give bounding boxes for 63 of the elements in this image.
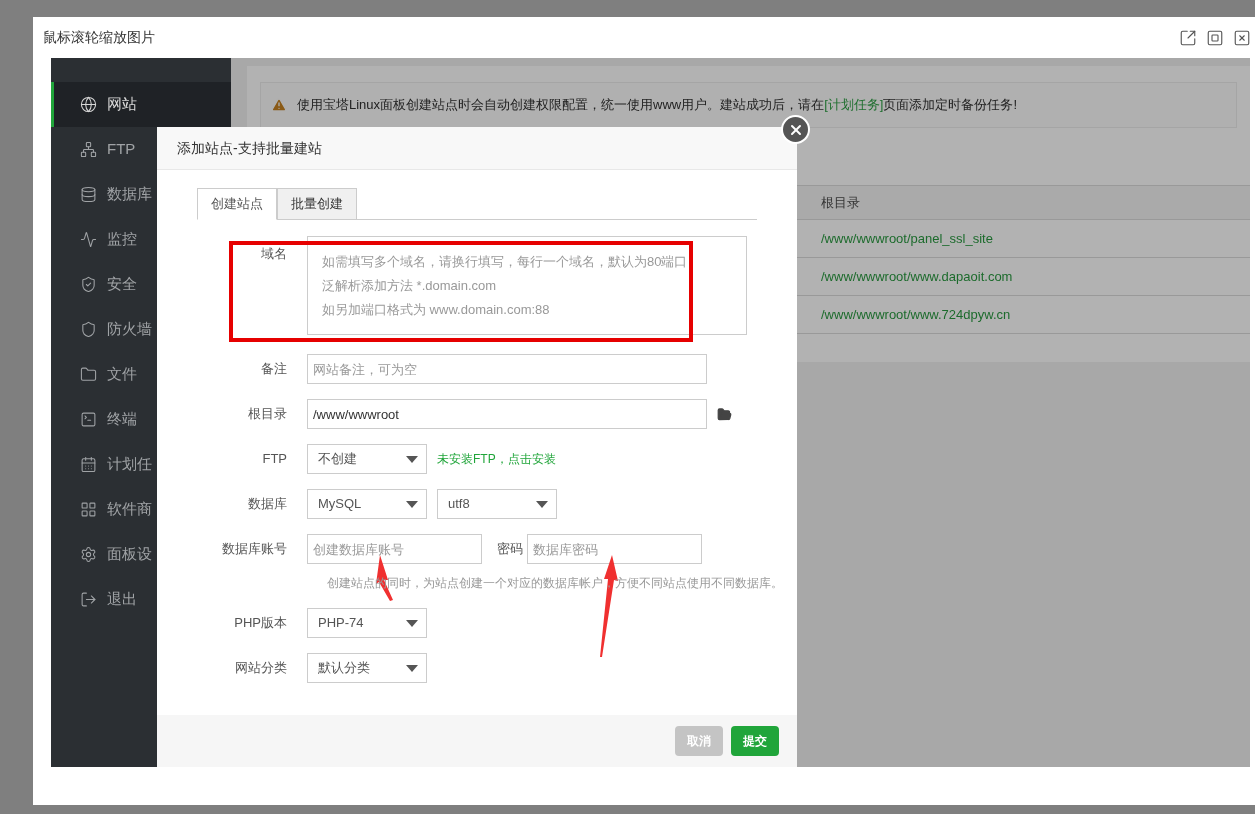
- shield-icon: [80, 321, 97, 338]
- field-label: FTP: [262, 451, 287, 467]
- table-cell[interactable]: /www/wwwroot/panel_ssl_site: [821, 228, 993, 249]
- caret-icon: [406, 664, 418, 672]
- sidebar-item[interactable]: 软件商: [51, 487, 231, 532]
- field-label: 域名: [261, 246, 287, 261]
- field-label: 数据库: [248, 496, 287, 512]
- dropdown[interactable]: 不创建: [307, 444, 427, 474]
- tab[interactable]: 创建站点: [197, 188, 277, 220]
- field-label: 备注: [261, 361, 287, 377]
- root-path-field[interactable]: /www/wwwroot: [307, 399, 707, 429]
- folder-icon[interactable]: [717, 406, 732, 422]
- logout-icon: [80, 591, 97, 608]
- schedule-link[interactable]: [计划任务]: [824, 97, 884, 113]
- settings-icon: [80, 546, 97, 563]
- folder-icon: [80, 366, 97, 383]
- dropdown[interactable]: utf8: [437, 489, 557, 519]
- caret-icon: [536, 500, 548, 508]
- sidebar-item[interactable]: 计划任: [51, 442, 231, 487]
- install-ftp-link[interactable]: 未安装FTP，点击安装: [437, 450, 556, 468]
- terminal-icon: [80, 411, 97, 428]
- field-label: 密码: [497, 540, 523, 559]
- caret-icon: [406, 500, 418, 508]
- db-password-field[interactable]: 数据库密码: [527, 534, 702, 564]
- table-cell[interactable]: /www/wwwroot/www.724dpyw.cn: [821, 304, 1011, 325]
- dropdown[interactable]: PHP-74: [307, 608, 427, 638]
- network-icon: [80, 141, 97, 158]
- sidebar-item[interactable]: 退出: [51, 577, 231, 622]
- tab[interactable]: 批量创建: [277, 188, 357, 220]
- close-icon[interactable]: [1233, 28, 1251, 47]
- placeholder-line: 如另加端口格式为 www.domain.com:88: [322, 301, 550, 319]
- window-title: 鼠标滚轮缩放图片: [43, 28, 155, 47]
- shield-check-icon: [80, 276, 97, 293]
- sidebar-item[interactable]: 网站: [51, 82, 231, 127]
- calendar-icon: [80, 456, 97, 473]
- popout-icon[interactable]: [1179, 28, 1197, 47]
- dropdown[interactable]: MySQL: [307, 489, 427, 519]
- placeholder-line: 泛解析添加方法 *.domain.com: [322, 277, 497, 295]
- db-account-field[interactable]: 创建数据库账号: [307, 534, 482, 564]
- table-cell[interactable]: /www/wwwroot/www.dapaoit.com: [821, 266, 1013, 287]
- sidebar-item[interactable]: 文件: [51, 352, 231, 397]
- field-label: 数据库账号: [222, 541, 287, 557]
- sidebar-item[interactable]: 防火墙: [51, 307, 231, 352]
- dropdown[interactable]: 默认分类: [307, 653, 427, 683]
- grid-icon: [80, 501, 97, 518]
- dialog-title: 添加站点-支持批量建站: [177, 138, 322, 158]
- sidebar-item[interactable]: 终端: [51, 397, 231, 442]
- caret-icon: [406, 455, 418, 463]
- column-header: 根目录: [821, 193, 860, 212]
- maximize-icon[interactable]: [1206, 28, 1224, 47]
- field-label: 网站分类: [235, 660, 287, 676]
- caret-icon: [406, 619, 418, 627]
- globe-icon: [80, 96, 97, 113]
- sidebar-item[interactable]: 监控: [51, 217, 231, 262]
- sidebar-item[interactable]: 安全: [51, 262, 231, 307]
- chart-icon: [80, 231, 97, 248]
- field-label: 根目录: [248, 406, 287, 422]
- remark-field[interactable]: 网站备注，可为空: [307, 354, 707, 384]
- field-label: PHP版本: [234, 615, 287, 631]
- notice-text: 使用宝塔Linux面板创建站点时会自动创建权限配置，统一使用www用户。建站成功后，请在[计划任务]页面添加定时备份任务!: [297, 96, 1018, 115]
- warning-icon: [271, 97, 287, 113]
- submit-button[interactable]: 提交: [731, 726, 779, 756]
- database-icon: [80, 186, 97, 203]
